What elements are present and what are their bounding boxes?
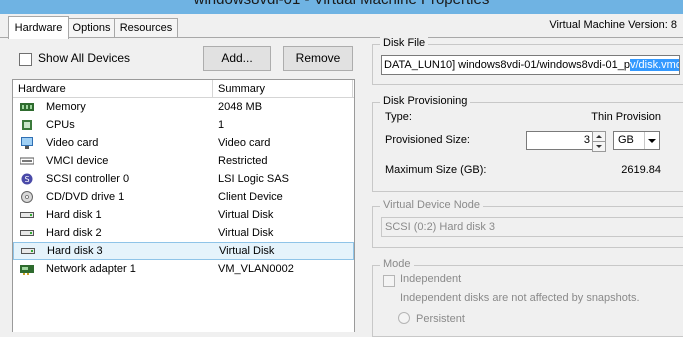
tab-resources[interactable]: Resources xyxy=(114,18,178,38)
memory-icon xyxy=(20,101,34,113)
device-name: Video card xyxy=(46,137,99,149)
device-name: Hard disk 3 xyxy=(47,245,103,257)
disk-file-field[interactable]: DATA_LUN10] windows8vdi-01/windows8vdi-0… xyxy=(381,55,680,75)
independent-checkbox[interactable] xyxy=(383,275,395,287)
column-divider[interactable] xyxy=(352,80,353,97)
spinner-up-icon[interactable] xyxy=(593,132,605,142)
disk-provisioning-label: Disk Provisioning xyxy=(380,95,471,107)
device-summary: Virtual Disk xyxy=(218,227,274,239)
device-summary: 2048 MB xyxy=(218,101,263,113)
hard-disk-icon xyxy=(20,209,34,221)
type-value: Thin Provision xyxy=(591,111,661,123)
unit-value: GB xyxy=(618,134,634,146)
mode-label: Mode xyxy=(380,258,414,270)
network-adapter-icon xyxy=(20,263,34,275)
vmci-icon xyxy=(19,155,35,167)
device-summary: VM_VLAN0002 xyxy=(218,263,294,275)
table-row[interactable]: Hard disk 1 Virtual Disk xyxy=(13,206,354,224)
device-name: CD/DVD drive 1 xyxy=(46,191,125,203)
provisioned-size-input[interactable]: 3 xyxy=(526,131,593,150)
column-header-hardware[interactable]: Hardware xyxy=(13,81,66,97)
unit-select[interactable]: GB xyxy=(613,131,660,150)
table-row[interactable]: Memory 2048 MB xyxy=(13,98,354,116)
independent-label: Independent xyxy=(400,273,462,285)
device-name: Memory xyxy=(46,101,86,113)
virtual-device-node-label: Virtual Device Node xyxy=(380,199,484,211)
device-name: CPUs xyxy=(46,119,75,131)
device-name: Network adapter 1 xyxy=(46,263,136,275)
title-bar: windows8vdi-01 - Virtual Machine Propert… xyxy=(0,0,683,14)
disk-file-selection: v/disk.vmdk xyxy=(630,59,679,71)
disk-file-label: Disk File xyxy=(380,37,429,49)
device-summary: 1 xyxy=(218,119,225,131)
device-table: Hardware Summary Memory 2048 MB CPUs 1 V… xyxy=(12,79,355,332)
provisioned-size-label: Provisioned Size: xyxy=(385,134,470,146)
tab-label: Resources xyxy=(119,22,173,34)
chevron-down-icon[interactable] xyxy=(644,132,659,149)
disk-file-path: DATA_LUN10] windows8vdi-01/windows8vdi-0… xyxy=(384,59,630,71)
max-size-value: 2619.84 xyxy=(621,164,661,176)
table-row[interactable]: Network adapter 1 VM_VLAN0002 xyxy=(13,260,354,278)
provisioned-size-value: 3 xyxy=(583,134,590,146)
table-row[interactable]: CD/DVD drive 1 Client Device xyxy=(13,188,354,206)
device-name: Hard disk 2 xyxy=(46,227,102,239)
hard-disk-icon xyxy=(21,245,35,257)
device-summary: Virtual Disk xyxy=(219,245,275,257)
virtual-device-node-select[interactable]: SCSI (0:2) Hard disk 3 xyxy=(381,217,683,237)
cpu-icon xyxy=(20,119,34,131)
persistent-radio[interactable] xyxy=(398,312,410,324)
show-all-devices-checkbox[interactable] xyxy=(19,53,32,66)
hard-disk-icon xyxy=(20,227,34,239)
max-size-label: Maximum Size (GB): xyxy=(385,164,487,176)
table-row[interactable]: S SCSI controller 0 LSI Logic SAS xyxy=(13,170,354,188)
vm-version-label: Virtual Machine Version: 8 xyxy=(549,19,677,31)
svg-text:S: S xyxy=(24,175,29,184)
tab-divider xyxy=(0,37,683,38)
scsi-controller-icon: S xyxy=(20,173,34,185)
remove-button[interactable]: Remove xyxy=(283,46,353,71)
window-title: windows8vdi-01 - Virtual Machine Propert… xyxy=(0,0,683,8)
persistent-label: Persistent xyxy=(416,313,465,325)
tab-label: Hardware xyxy=(14,22,63,34)
show-all-devices-label: Show All Devices xyxy=(38,51,131,65)
size-spinner[interactable] xyxy=(592,131,606,152)
device-summary: Restricted xyxy=(218,155,268,167)
disk-file-value: DATA_LUN10] windows8vdi-01/windows8vdi-0… xyxy=(384,56,679,74)
tab-label: Options xyxy=(72,22,111,34)
device-name: Hard disk 1 xyxy=(46,209,102,221)
table-row[interactable]: VMCI device Restricted xyxy=(13,152,354,170)
device-summary: Client Device xyxy=(218,191,283,203)
table-row[interactable]: Video card Video card xyxy=(13,134,354,152)
column-header-summary[interactable]: Summary xyxy=(213,81,265,97)
device-name: VMCI device xyxy=(46,155,109,167)
device-summary: LSI Logic SAS xyxy=(218,173,289,185)
table-row-selected[interactable]: Hard disk 3 Virtual Disk xyxy=(13,242,354,260)
device-name: SCSI controller 0 xyxy=(46,173,130,185)
add-button[interactable]: Add... xyxy=(203,46,271,71)
tab-hardware[interactable]: Hardware xyxy=(8,16,69,39)
table-row[interactable]: Hard disk 2 Virtual Disk xyxy=(13,224,354,242)
device-summary: Virtual Disk xyxy=(218,209,274,221)
spinner-down-icon[interactable] xyxy=(593,142,605,151)
table-row[interactable]: CPUs 1 xyxy=(13,116,354,134)
independent-description: Independent disks are not affected by sn… xyxy=(400,292,640,304)
cd-dvd-icon xyxy=(20,191,34,203)
monitor-icon xyxy=(20,137,34,149)
tab-options[interactable]: Options xyxy=(68,18,115,38)
virtual-device-node-value: SCSI (0:2) Hard disk 3 xyxy=(385,221,496,233)
type-label: Type: xyxy=(385,111,412,123)
table-header: Hardware Summary xyxy=(13,80,354,98)
device-summary: Video card xyxy=(218,137,271,149)
